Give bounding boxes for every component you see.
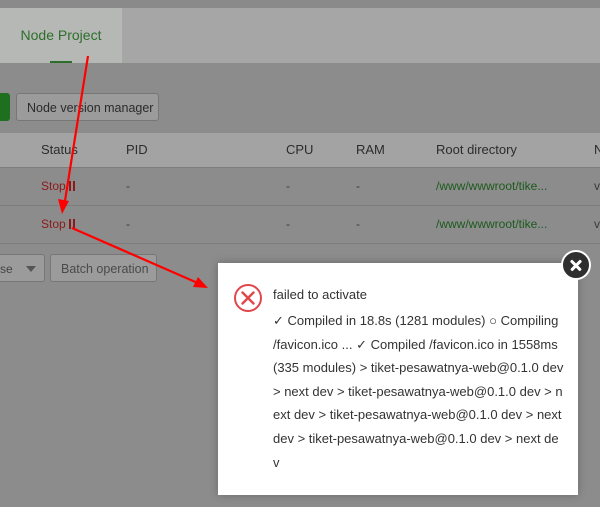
col-status: Status (41, 142, 78, 157)
ram-cell: - (356, 179, 360, 193)
status-cell[interactable]: Stop (41, 168, 75, 205)
col-pid: PID (126, 142, 148, 157)
error-dialog: failed to activate ✓ Compiled in 18.8s (… (218, 263, 578, 495)
close-icon[interactable] (561, 250, 591, 280)
cpu-cell: - (286, 179, 290, 193)
error-icon (234, 284, 262, 312)
status-cell[interactable]: Stop (41, 206, 75, 243)
tab-active-indicator (50, 61, 72, 63)
truncated-cell: v (594, 217, 600, 231)
table-row: Stop - - - /www/wwwroot/tike... v (0, 205, 600, 244)
annotation-arrowhead (193, 277, 208, 288)
pause-icon (68, 181, 75, 191)
ram-cell: - (356, 217, 360, 231)
node-version-manager-button[interactable]: Node version manager (16, 93, 159, 121)
batch-select[interactable]: se (0, 254, 45, 282)
pause-icon (68, 219, 75, 229)
pid-cell: - (126, 217, 130, 231)
top-strip (0, 0, 600, 8)
chevron-down-icon (26, 266, 36, 272)
batch-operation-button[interactable]: Batch operation (50, 254, 157, 282)
status-text: Stop (41, 217, 66, 231)
dialog-title: failed to activate (273, 287, 367, 302)
cpu-cell: - (286, 217, 290, 231)
dialog-message: ✓ Compiled in 18.8s (1281 modules) ○ Com… (273, 313, 564, 470)
table-header: Status PID CPU RAM Root directory N (0, 133, 600, 167)
col-ram: RAM (356, 142, 385, 157)
table-row: Stop - - - /www/wwwroot/tike... v (0, 167, 600, 205)
tab-label: Node Project (20, 27, 102, 43)
col-root-directory: Root directory (436, 142, 517, 157)
pid-cell: - (126, 179, 130, 193)
root-directory-link[interactable]: /www/wwwroot/tike... (436, 206, 547, 243)
root-directory-link[interactable]: /www/wwwroot/tike... (436, 168, 547, 205)
status-text: Stop (41, 179, 66, 193)
tab-node-project[interactable]: Node Project (0, 8, 122, 63)
tab-bar: Node Project (0, 8, 600, 63)
batch-select-value: se (0, 262, 13, 276)
add-project-button[interactable] (0, 93, 10, 121)
truncated-cell: v (594, 179, 600, 193)
col-truncated: N (594, 142, 600, 157)
col-cpu: CPU (286, 142, 314, 157)
